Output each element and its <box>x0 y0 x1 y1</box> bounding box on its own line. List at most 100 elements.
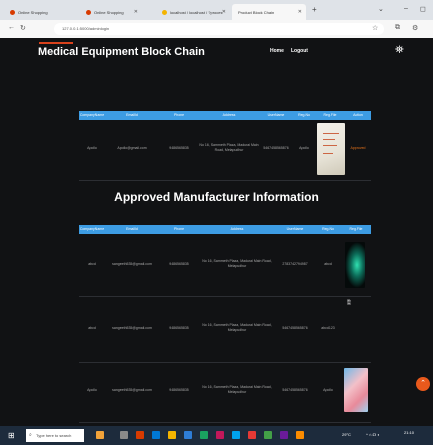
task-view-icon[interactable] <box>120 431 128 439</box>
nav-logout-link[interactable]: Logout <box>291 48 308 54</box>
broken-file-icon[interactable]: 🖺 <box>347 300 351 308</box>
browser-tab-2[interactable]: Online Shopping ✕ <box>80 4 142 20</box>
cell-email: sangeeth535@gmail.com <box>112 388 152 392</box>
col-username: UserName <box>267 113 285 117</box>
col-regfile: Reg.File <box>349 227 363 231</box>
browser-tab-1[interactable]: Online Shopping <box>4 4 56 20</box>
taskbar-app-icon[interactable] <box>136 431 144 439</box>
cell-company: Apollo <box>87 388 97 392</box>
tab-title: Online Shopping <box>94 9 124 15</box>
col-companyname: CompanyName <box>79 113 105 117</box>
reg-file-image[interactable] <box>345 242 365 288</box>
search-placeholder: Type here to search <box>36 433 72 438</box>
cell-username: 5467458565876 <box>282 388 308 392</box>
col-action: Action <box>353 113 363 117</box>
table-row: Apollo sangeeth535@gmail.com 9486565835 … <box>79 362 371 423</box>
approve-action-link[interactable]: Approved <box>345 146 371 151</box>
url-text: 127.0.0.1:5000/adminlogin <box>62 26 110 31</box>
collections-icon[interactable]: ⧉ <box>395 24 400 32</box>
cell-company: abcd <box>88 262 96 266</box>
taskbar-search-field[interactable]: ⌕ Type here to search <box>26 429 84 442</box>
tab-favicon-icon <box>86 9 91 15</box>
taskbar-app-icon[interactable] <box>184 431 192 439</box>
col-phone: Phone <box>173 113 185 117</box>
cell-address: No 16, Sammeth Plaza, Madurai Main Road,… <box>202 259 272 268</box>
cell-email: sangeeth535@gmail.com <box>112 262 152 266</box>
cell-company: Apollo <box>87 146 97 150</box>
col-companyname: CompanyName <box>79 227 105 231</box>
taskbar-app-icon[interactable] <box>200 431 208 439</box>
taskbar-app-icon[interactable] <box>280 431 288 439</box>
reg-file-document-image[interactable] <box>317 123 345 175</box>
col-emailid: EmailId <box>126 227 138 231</box>
col-address: Address <box>230 227 244 231</box>
col-address: Address <box>222 113 236 117</box>
col-regfile: Reg.File <box>323 113 337 117</box>
taskbar-weather-icon[interactable] <box>96 431 104 439</box>
cell-phone: 9486565835 <box>169 146 189 150</box>
cell-address: No 16, Sammeth Plaza, Madurai Main Road,… <box>199 143 259 152</box>
url-field[interactable]: 127.0.0.1:5000/adminlogin <box>54 23 384 35</box>
cell-address: No 16, Sammeth Plaza, Madurai Main Road,… <box>202 323 272 332</box>
nav-home-link[interactable]: Home <box>270 48 284 54</box>
col-phone: Phone <box>173 227 185 231</box>
col-emailid: EmailId <box>126 113 138 117</box>
close-tab-icon[interactable]: ✕ <box>134 9 138 15</box>
scroll-to-top-button[interactable]: ⌃ <box>416 377 430 391</box>
windows-start-icon[interactable]: ⊞ <box>8 431 15 440</box>
brand-title[interactable]: Medical Equipment Block Chain <box>38 46 205 58</box>
back-arrow-icon[interactable]: ← <box>8 24 15 31</box>
menu-toggle-icon[interactable]: ⛯ <box>395 44 404 57</box>
cell-phone: 9486565835 <box>169 262 189 266</box>
cell-regno: abcd123 <box>321 326 335 330</box>
table-row: Apollo Apollo@gmail.com 9486565835 No 16… <box>79 120 371 181</box>
new-tab-icon[interactable]: + <box>312 5 317 14</box>
system-tray-icon[interactable]: ^ ⌂ ☊ ◖ <box>366 432 380 437</box>
tab-favicon-icon <box>162 9 167 15</box>
cell-phone: 9486565835 <box>169 326 189 330</box>
close-tab-icon[interactable]: ✕ <box>298 9 302 15</box>
cell-phone: 9486565835 <box>169 388 189 392</box>
cell-username: 5467458565876 <box>263 146 289 150</box>
page-content: Medical Equipment Block Chain Home Logou… <box>0 38 433 426</box>
reload-icon[interactable]: ↻ <box>20 24 26 32</box>
weather-temperature[interactable]: 29°C <box>342 432 351 437</box>
taskbar-app-icon[interactable] <box>296 431 304 439</box>
table-row: abcd sangeeth535@gmail.com 9486565835 No… <box>79 296 371 363</box>
reg-file-image[interactable] <box>344 368 368 412</box>
pending-table-header: CompanyName EmailId Phone Address UserNa… <box>79 111 371 120</box>
cell-email: sangeeth535@gmail.com <box>112 326 152 330</box>
approved-section-heading: Approved Manufacturer Information <box>114 190 319 204</box>
table-row: abcd sangeeth535@gmail.com 9486565835 No… <box>79 234 371 297</box>
taskbar-app-icon[interactable] <box>216 431 224 439</box>
tab-favicon-icon <box>10 9 15 15</box>
browser-tab-4-active[interactable]: Product Block Chain ✕ <box>232 4 306 20</box>
tab-list-chevron-icon[interactable]: ⌄ <box>378 5 384 13</box>
cell-regno: Apollo <box>323 388 333 392</box>
cell-company: abcd <box>88 326 96 330</box>
cell-regno: Apollo <box>299 146 309 150</box>
address-toolbar: ← ↻ 127.0.0.1:5000/adminlogin ☆ ⧉ ⚙ <box>0 20 433 39</box>
browser-tab-3[interactable]: localhost / localhost / ?proces ✕ <box>156 4 230 20</box>
tab-title: Product Block Chain <box>238 9 275 15</box>
restore-window-icon[interactable]: ◻ <box>420 5 426 13</box>
search-icon: ⌕ <box>29 432 32 438</box>
tab-title: Online Shopping <box>18 9 48 15</box>
settings-icon[interactable]: ⚙ <box>412 24 418 32</box>
taskbar-app-icon[interactable] <box>232 431 240 439</box>
cell-regno: abcd <box>324 262 332 266</box>
favorite-star-icon[interactable]: ☆ <box>372 24 378 32</box>
col-regno: Reg.No <box>322 227 334 231</box>
approved-table-header: CompanyName EmailId Phone Address UserNa… <box>79 225 371 234</box>
clock-time[interactable]: 21:10 <box>404 430 414 435</box>
windows-taskbar: ⊞ ⌕ Type here to search 29°C ^ ⌂ ☊ ◖ 21:… <box>0 426 433 445</box>
cell-email: Apollo@gmail.com <box>117 146 147 150</box>
close-tab-icon[interactable]: ✕ <box>222 9 226 15</box>
cell-username: 5467458565876 <box>282 326 308 330</box>
file-explorer-icon[interactable] <box>168 431 176 439</box>
edge-browser-icon[interactable] <box>152 431 160 439</box>
taskbar-app-icon[interactable] <box>248 431 256 439</box>
minimize-icon[interactable]: – <box>404 5 408 12</box>
taskbar-app-icon[interactable] <box>264 431 272 439</box>
cell-address: No 16, Sammeth Plaza, Madurai Main Road,… <box>202 385 272 394</box>
